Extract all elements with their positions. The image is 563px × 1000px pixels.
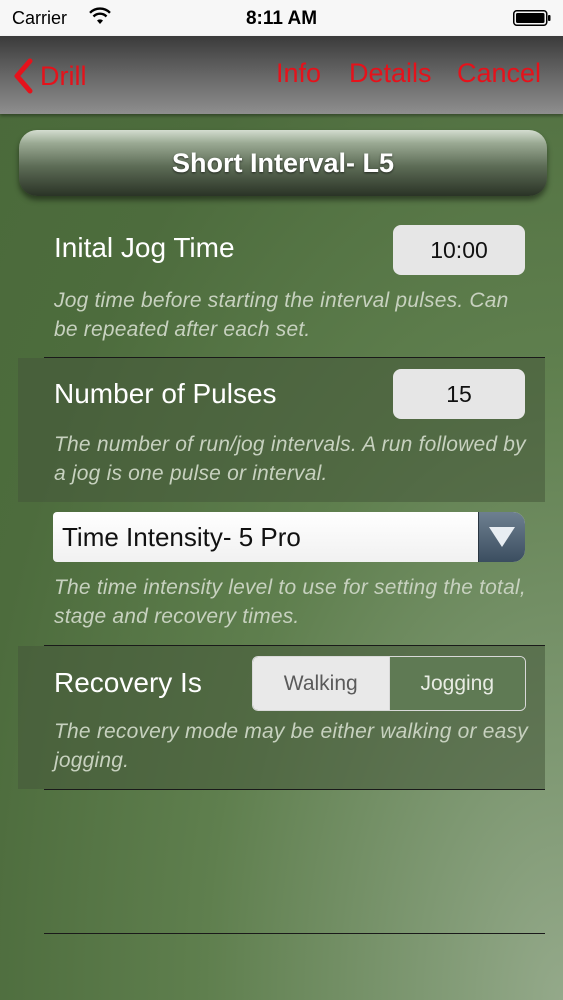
- jog-time-row: Inital Jog Time 10:00 Jog time before st…: [18, 212, 545, 357]
- back-button[interactable]: Drill: [12, 56, 87, 96]
- chevron-down-icon: [489, 527, 515, 547]
- status-bar: Carrier 8:11 AM: [0, 0, 563, 36]
- details-button[interactable]: Details: [349, 58, 432, 89]
- jog-time-description: Jog time before starting the interval pu…: [54, 289, 509, 341]
- cancel-button[interactable]: Cancel: [457, 58, 541, 89]
- jog-time-field[interactable]: 10:00: [393, 225, 525, 275]
- recovery-segmented-control[interactable]: Walking Jogging: [252, 656, 526, 711]
- status-time: 8:11 AM: [245, 8, 318, 29]
- dropdown-arrow-button[interactable]: [478, 512, 525, 562]
- pulses-title: Number of Pulses: [54, 378, 277, 409]
- recovery-option-jogging[interactable]: Jogging: [388, 657, 525, 710]
- pulses-row: Number of Pulses 15 The number of run/jo…: [18, 358, 545, 502]
- intensity-dropdown[interactable]: Time Intensity- 5 Pro: [53, 512, 525, 562]
- pulses-field[interactable]: 15: [393, 369, 525, 419]
- recovery-title: Recovery Is: [54, 667, 202, 698]
- recovery-option-walking[interactable]: Walking: [253, 657, 389, 710]
- info-button[interactable]: Info: [276, 58, 321, 89]
- intensity-selected-value: Time Intensity- 5 Pro: [62, 522, 301, 552]
- jog-time-title: Inital Jog Time: [54, 232, 235, 263]
- back-button-label: Drill: [40, 60, 87, 91]
- chevron-left-icon: [14, 58, 33, 94]
- app-screen: Carrier 8:11 AM Drill Info Details Cance…: [0, 0, 563, 1000]
- intensity-description: The time intensity level to use for sett…: [54, 576, 526, 628]
- drill-title: Short Interval- L5: [19, 130, 547, 196]
- recovery-description: The recovery mode may be either walking …: [54, 720, 528, 772]
- pulses-description: The number of run/jog intervals. A run f…: [54, 433, 526, 485]
- battery-icon: [513, 10, 551, 26]
- divider: [44, 933, 545, 934]
- divider: [44, 789, 545, 790]
- navigation-bar: Drill Info Details Cancel: [0, 36, 563, 114]
